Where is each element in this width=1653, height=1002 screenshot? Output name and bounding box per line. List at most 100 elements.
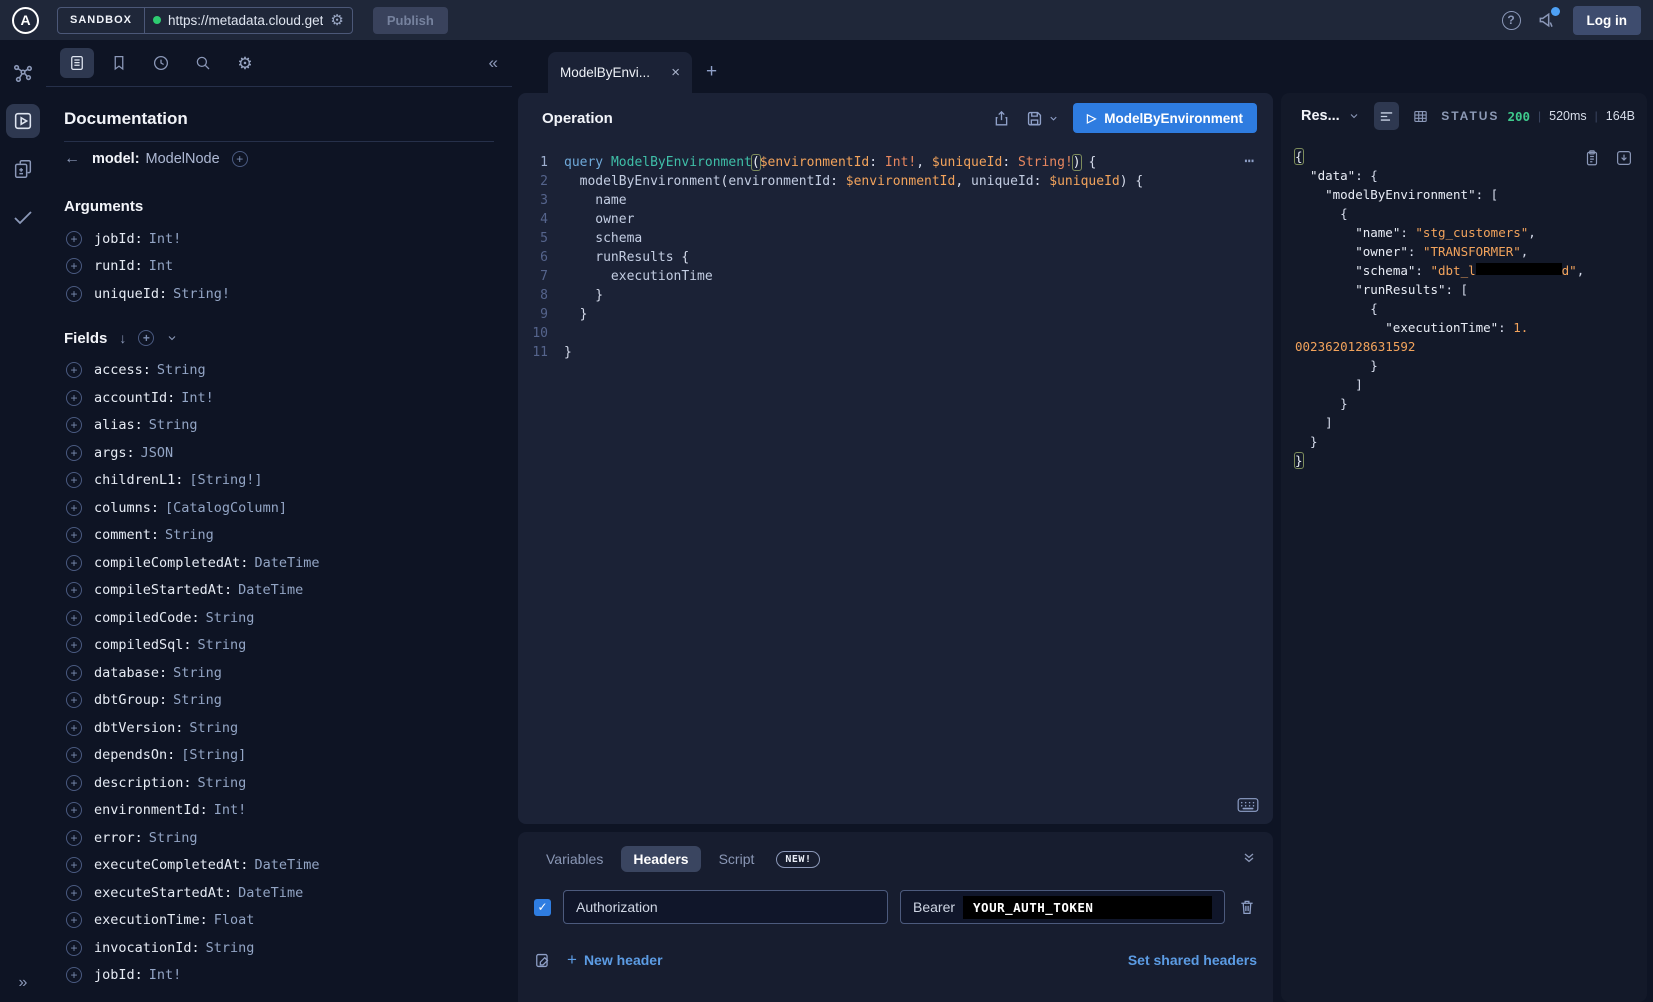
add-to-operation-icon[interactable]: +	[66, 231, 82, 247]
field-type[interactable]: DateTime	[254, 555, 319, 571]
editor-overflow-menu[interactable]: ⋯	[1244, 151, 1255, 170]
field-type[interactable]: DateTime	[238, 582, 303, 598]
history-button[interactable]	[144, 48, 178, 78]
field-row[interactable]: +accountId:Int!	[64, 384, 494, 412]
field-type[interactable]: Int!	[149, 231, 182, 247]
endpoint-url-box[interactable]: https://metadata.cloud.get ⚙	[145, 8, 352, 33]
tab-headers[interactable]: Headers	[621, 846, 700, 872]
add-to-operation-icon[interactable]: +	[66, 830, 82, 846]
add-to-operation-icon[interactable]: +	[66, 582, 82, 598]
add-to-operation-icon[interactable]: +	[66, 885, 82, 901]
tab-modelbyenvironment[interactable]: ModelByEnvi... ×	[548, 52, 692, 93]
login-button[interactable]: Log in	[1573, 6, 1642, 35]
field-type[interactable]: [CatalogColumn]	[165, 500, 287, 516]
add-to-operation-icon[interactable]: +	[66, 775, 82, 791]
sidebar-item-schema[interactable]	[6, 56, 40, 90]
endpoint-url[interactable]: https://metadata.cloud.get	[168, 13, 323, 28]
argument-row[interactable]: +uniqueId:String!	[64, 280, 494, 308]
field-row[interactable]: +dependsOn:[String]	[64, 742, 494, 770]
add-to-operation-icon[interactable]: +	[66, 417, 82, 433]
saved-operations-button[interactable]	[102, 48, 136, 78]
field-row[interactable]: +invocationId:String	[64, 934, 494, 962]
field-row[interactable]: +error:String	[64, 824, 494, 852]
apollo-logo[interactable]: A	[12, 7, 39, 34]
download-response-icon[interactable]	[1615, 149, 1633, 167]
field-type[interactable]: String	[173, 692, 222, 708]
field-row[interactable]: +executeCompletedAt:DateTime	[64, 852, 494, 880]
field-type[interactable]: Float	[214, 912, 255, 928]
field-type[interactable]: String!	[173, 286, 230, 302]
breadcrumb-type-link[interactable]: ModelNode	[146, 151, 220, 167]
tab-script[interactable]: Script	[707, 846, 767, 872]
field-type[interactable]: [String]	[181, 747, 246, 763]
field-row[interactable]: +jobId:Int!	[64, 962, 494, 990]
field-type[interactable]: Int	[149, 258, 173, 274]
set-shared-headers-link[interactable]: Set shared headers	[1128, 952, 1257, 968]
close-tab-icon[interactable]: ×	[671, 64, 680, 81]
field-type[interactable]: String	[206, 940, 255, 956]
add-to-operation-icon[interactable]: +	[66, 665, 82, 681]
add-to-operation-icon[interactable]: +	[66, 555, 82, 571]
add-to-operation-icon[interactable]: +	[66, 720, 82, 736]
add-to-operation-icon[interactable]: +	[66, 637, 82, 653]
add-to-operation-icon[interactable]: +	[66, 692, 82, 708]
save-operation-button[interactable]	[1025, 109, 1059, 128]
field-type[interactable]: DateTime	[254, 857, 319, 873]
expand-rail-button[interactable]: »	[0, 974, 46, 992]
field-type[interactable]: Int!	[181, 390, 214, 406]
graphql-editor[interactable]: 1query ModelByEnvironment($environmentId…	[518, 143, 1273, 824]
add-to-operation-icon[interactable]: +	[66, 472, 82, 488]
collapse-panel-button[interactable]: «	[489, 53, 498, 73]
field-type[interactable]: String	[198, 637, 247, 653]
connection-settings-gear-icon[interactable]: ⚙	[330, 13, 343, 28]
share-operation-icon[interactable]	[992, 109, 1011, 128]
back-arrow-icon[interactable]: ←	[64, 150, 80, 168]
field-row[interactable]: +args:JSON	[64, 439, 494, 467]
field-row[interactable]: +dbtVersion:String	[64, 714, 494, 742]
new-header-button[interactable]: + New header	[567, 950, 663, 970]
add-to-operation-icon[interactable]: +	[66, 527, 82, 543]
field-type[interactable]: DateTime	[238, 885, 303, 901]
field-type[interactable]: Int!	[214, 802, 247, 818]
edit-environment-icon[interactable]	[534, 951, 553, 970]
field-row[interactable]: +dbtGroup:String	[64, 687, 494, 715]
field-type[interactable]: String	[198, 775, 247, 791]
field-type[interactable]: String	[149, 830, 198, 846]
field-row[interactable]: +columns:[CatalogColumn]	[64, 494, 494, 522]
header-enabled-checkbox[interactable]: ✓	[534, 899, 551, 916]
field-row[interactable]: +compileStartedAt:DateTime	[64, 577, 494, 605]
field-row[interactable]: +comment:String	[64, 522, 494, 550]
collapse-bottom-panel-icon[interactable]	[1241, 850, 1257, 866]
field-type[interactable]: Int!	[149, 967, 182, 983]
field-type[interactable]: [String!]	[189, 472, 262, 488]
sidebar-item-explorer[interactable]	[6, 104, 40, 138]
field-row[interactable]: +description:String	[64, 769, 494, 797]
add-to-operation-icon[interactable]: +	[66, 857, 82, 873]
add-to-operation-icon[interactable]: +	[66, 390, 82, 406]
announcements-button[interactable]	[1537, 10, 1557, 30]
keyboard-shortcuts-icon[interactable]	[1237, 796, 1259, 814]
explorer-settings-button[interactable]: ⚙	[228, 48, 262, 78]
argument-row[interactable]: +jobId:Int!	[64, 225, 494, 253]
sidebar-item-operation-collections[interactable]	[6, 152, 40, 186]
field-row[interactable]: +executionTime:Float	[64, 907, 494, 935]
run-operation-button[interactable]: ▷ ModelByEnvironment	[1073, 103, 1257, 133]
field-type[interactable]: String	[149, 417, 198, 433]
response-body[interactable]: {"data": {"modelByEnvironment": [{"name"…	[1281, 139, 1647, 1002]
field-row[interactable]: +childrenL1:[String!]	[64, 467, 494, 495]
add-tab-button[interactable]: +	[706, 61, 717, 83]
field-type[interactable]: String	[165, 527, 214, 543]
add-to-operation-icon[interactable]: +	[66, 747, 82, 763]
chevron-down-icon[interactable]	[166, 332, 178, 344]
field-row[interactable]: +executeStartedAt:DateTime	[64, 879, 494, 907]
add-to-operation-icon[interactable]: +	[66, 802, 82, 818]
field-row[interactable]: +alias:String	[64, 412, 494, 440]
add-to-operation-icon[interactable]: +	[66, 940, 82, 956]
field-type[interactable]: String	[157, 362, 206, 378]
field-row[interactable]: +compiledSql:String	[64, 632, 494, 660]
add-to-operation-icon[interactable]: +	[66, 258, 82, 274]
header-key-input[interactable]	[563, 890, 888, 924]
add-fields-icon[interactable]: +	[138, 330, 154, 346]
field-row[interactable]: +environmentId:Int!	[64, 797, 494, 825]
auth-token-value[interactable]: YOUR_AUTH_TOKEN	[963, 896, 1212, 919]
